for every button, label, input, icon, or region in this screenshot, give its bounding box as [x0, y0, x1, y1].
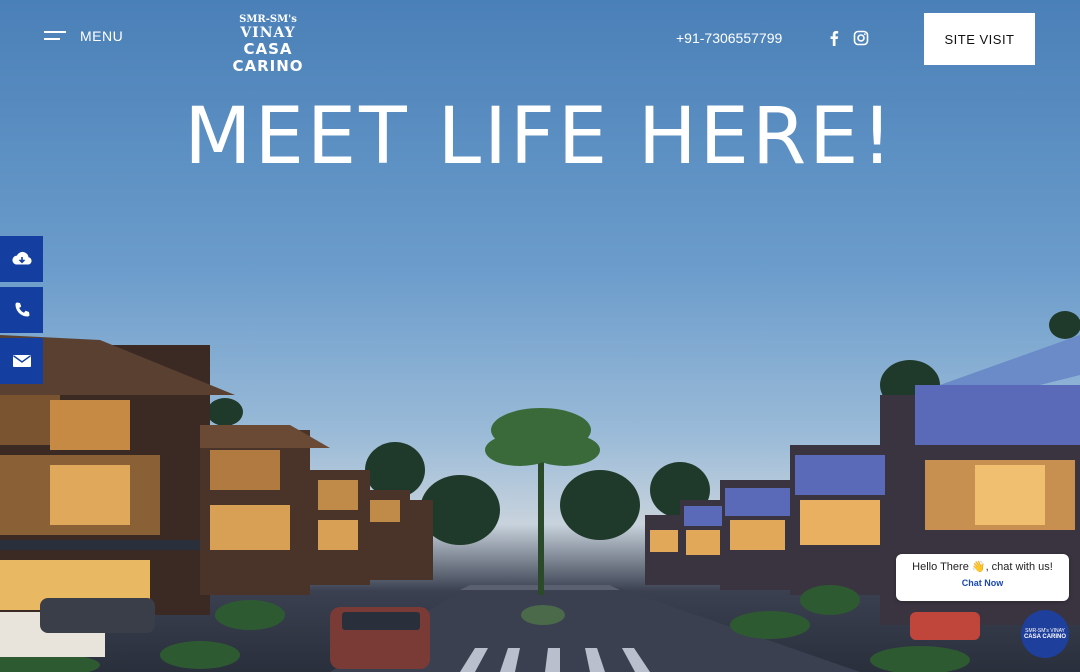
logo-line-2: VINAY [240, 25, 296, 41]
site-header: MENU SMR-SM's VINAY CASA CARINO +91-7306… [0, 0, 1080, 78]
site-visit-button[interactable]: SITE VISIT [924, 13, 1035, 65]
call-button[interactable] [0, 287, 43, 333]
chat-message: Hello There 👋, chat with us! [912, 561, 1053, 573]
chat-prompt-bubble[interactable]: Hello There 👋, chat with us! Chat Now [896, 554, 1069, 601]
chat-widget-line-2: CASA CARINO [1023, 633, 1067, 640]
download-icon [11, 251, 32, 265]
hero-title: MEET LIFE HERE! [184, 92, 896, 182]
phone-number-link[interactable]: +91-7306557799 [676, 30, 782, 46]
chat-widget-button[interactable]: SMR-SM's VINAY CASA CARINO [1021, 610, 1069, 658]
hamburger-icon [44, 29, 68, 43]
site-logo[interactable]: SMR-SM's VINAY CASA CARINO [208, 14, 328, 75]
mail-icon [12, 355, 31, 367]
menu-button[interactable]: MENU [44, 28, 123, 44]
chat-now-link[interactable]: Chat Now [896, 578, 1069, 588]
phone-icon [15, 302, 29, 317]
facebook-icon[interactable] [826, 30, 842, 46]
logo-line-3: CASA CARINO [232, 40, 304, 75]
menu-label: MENU [80, 28, 124, 44]
email-button[interactable] [0, 338, 43, 384]
download-brochure-button[interactable] [0, 236, 43, 282]
instagram-icon[interactable] [853, 30, 869, 46]
